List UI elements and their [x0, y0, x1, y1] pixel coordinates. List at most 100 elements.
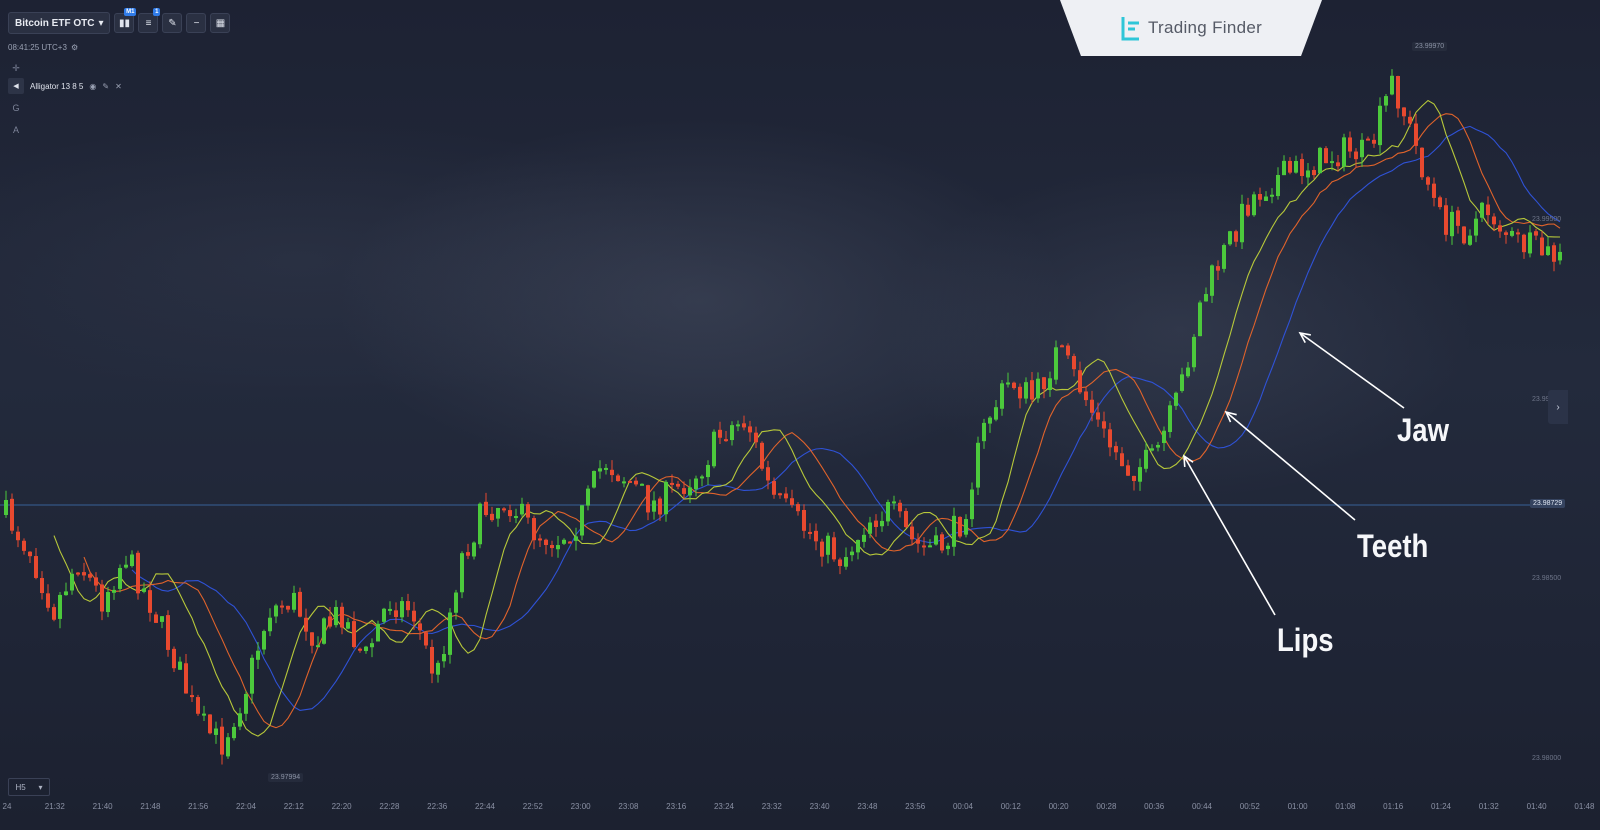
candle-body: [130, 554, 134, 566]
candle-body: [316, 645, 320, 648]
candle-body: [448, 612, 452, 655]
indicator-label: Alligator 13 8 5: [30, 81, 84, 91]
candle-body: [862, 534, 866, 542]
candle-body: [1408, 116, 1412, 124]
candle-body: [1420, 147, 1424, 178]
candle-body: [310, 632, 314, 646]
candle-body: [400, 601, 404, 618]
indicators-button[interactable]: ≡ 1: [138, 8, 161, 33]
crosshair-button[interactable]: ✛: [8, 60, 24, 76]
zoom-out-button[interactable]: −: [186, 13, 207, 33]
candle-body: [952, 515, 956, 547]
jaw-annotation: Jaw: [1397, 412, 1450, 448]
candle-body: [526, 504, 530, 518]
time-axis-label: 01:32: [1478, 802, 1499, 811]
candle-body: [748, 426, 752, 433]
price-label: 23.99500: [1532, 216, 1562, 223]
candle-body: [1018, 386, 1022, 399]
candle-body: [1498, 225, 1502, 232]
time-axis-label: 22:36: [427, 802, 448, 811]
a-tool-button[interactable]: A: [8, 122, 24, 138]
candle-body: [490, 513, 494, 521]
candle-body: [1012, 382, 1016, 389]
candle-body: [1480, 202, 1484, 218]
candle-body: [1288, 160, 1292, 173]
edit-icon[interactable]: ✎: [102, 82, 109, 91]
candle-body: [1264, 196, 1268, 201]
chart-type-button[interactable]: ▮▮ M1: [114, 8, 137, 33]
candle-body: [94, 577, 98, 586]
candle-body: [970, 489, 974, 520]
candle-body: [1378, 105, 1382, 146]
candle-body: [1318, 147, 1322, 174]
timeframe-selector[interactable]: H5 ▾: [8, 778, 50, 796]
candle-body: [268, 617, 272, 632]
time-axis-label: 01:00: [1287, 802, 1308, 811]
scroll-right-handle[interactable]: ›: [1548, 390, 1568, 424]
candle-body: [10, 498, 14, 531]
candle-body: [1414, 123, 1418, 146]
eye-icon[interactable]: ◉: [89, 82, 96, 91]
candle-body: [1084, 391, 1088, 401]
candle-body: [1204, 294, 1208, 302]
candle-body: [244, 693, 248, 714]
candle-body: [388, 608, 392, 611]
time-axis-label: 00:44: [1191, 802, 1213, 811]
candle-body: [1504, 232, 1508, 235]
candle-body: [1390, 75, 1394, 95]
teeth-arrow: [1225, 411, 1356, 521]
candle-body: [100, 584, 104, 612]
close-icon[interactable]: ✕: [115, 82, 122, 91]
candle-body: [370, 643, 374, 648]
candle-body: [586, 488, 590, 506]
alligator-lips-line: [53, 99, 1561, 737]
g-tool-button[interactable]: G: [8, 100, 24, 116]
candle-body: [1450, 211, 1454, 237]
asset-label: Bitcoin ETF OTC: [15, 17, 95, 29]
candle-body: [790, 498, 794, 505]
candle-body: [226, 737, 230, 757]
candle-body: [598, 468, 602, 472]
candle-body: [1540, 237, 1544, 256]
time-axis-label: 21:40: [92, 802, 113, 811]
candle-body: [190, 695, 194, 698]
candle-body: [478, 503, 482, 545]
candle-body: [802, 509, 806, 531]
candle-body: [1024, 382, 1028, 399]
candle-body: [856, 539, 860, 553]
candle-body: [376, 623, 380, 642]
time-axis-label: 22:44: [474, 802, 496, 811]
candle-body: [892, 501, 896, 504]
chart-area[interactable]: [0, 0, 1600, 830]
candle-body: [1006, 382, 1010, 385]
candle-body: [1492, 216, 1496, 225]
candle-body: [1210, 265, 1214, 296]
candle-body: [922, 545, 926, 548]
candle-body: [1252, 194, 1256, 216]
candle-body: [964, 519, 968, 535]
candle-body: [1270, 194, 1274, 197]
candle-body: [472, 542, 476, 557]
layout-button[interactable]: ▦: [210, 13, 231, 33]
time-axis-label: 23:40: [809, 802, 830, 811]
candlestick-chart[interactable]: [0, 0, 1600, 830]
candle-body: [838, 559, 842, 566]
candle-body: [214, 728, 218, 735]
candle-body: [394, 610, 398, 618]
candle-body: [1120, 453, 1124, 467]
timeframe-value: H5: [15, 782, 26, 792]
time-axis-label: 01:16: [1383, 802, 1404, 811]
settings-gear-icon[interactable]: ⚙: [71, 43, 78, 52]
drawing-button[interactable]: ✎: [162, 13, 183, 33]
candle-body: [4, 500, 8, 515]
collapse-arrow-icon[interactable]: ◀: [8, 78, 24, 94]
candle-body: [886, 502, 890, 522]
teeth-annotation: Teeth: [1357, 528, 1429, 564]
candle-body: [1090, 399, 1094, 413]
candle-body: [106, 592, 110, 613]
candle-body: [286, 605, 290, 610]
candle-body: [958, 516, 962, 537]
asset-selector[interactable]: Bitcoin ETF OTC ▾: [8, 12, 111, 34]
time-axis-label: 23:32: [761, 802, 782, 811]
candle-body: [556, 545, 560, 550]
